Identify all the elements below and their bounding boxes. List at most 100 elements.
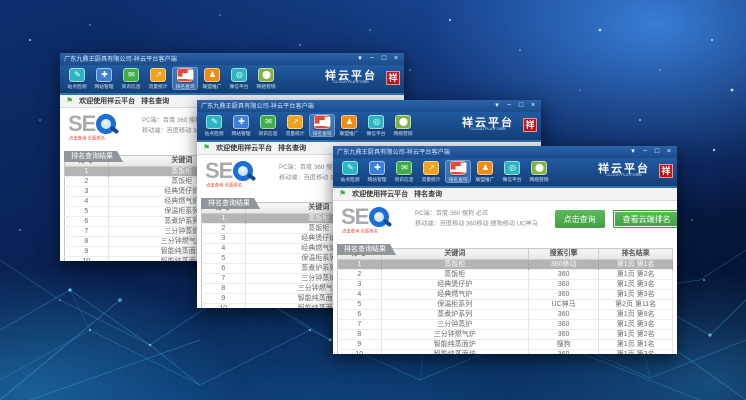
- toolbar-item-site-check[interactable]: ✎站点检测: [64, 67, 90, 90]
- cell-keyword: 蒸煮炉系列: [381, 310, 528, 320]
- column-header: 关键词: [381, 249, 528, 260]
- breadcrumb-page: 排名查询: [141, 96, 169, 106]
- minimize-icon[interactable]: −: [505, 101, 513, 111]
- breadcrumb: ⚑ 欢迎使用祥云平台 排名查询: [333, 188, 677, 201]
- toolbar-item-news-info[interactable]: ✉资讯信息: [255, 114, 281, 137]
- toolbar-item-news-info[interactable]: ✉资讯信息: [118, 67, 144, 90]
- skin-icon[interactable]: ▾: [629, 147, 637, 157]
- maximize-icon[interactable]: □: [653, 147, 661, 157]
- table-row[interactable]: 2蒸饭柜360第1页 第2名: [338, 270, 673, 280]
- cell-rank: 第1页 第3名: [599, 290, 673, 300]
- cell-no: 5: [338, 300, 382, 310]
- toolbar-item-label: 网站管理: [367, 176, 386, 180]
- toolbar-item-wechat-platform[interactable]: ◎微信平台: [499, 160, 525, 183]
- table-row[interactable]: 10智能纯蒸面炉360第1页 第3名: [338, 350, 673, 355]
- close-icon[interactable]: ×: [665, 147, 673, 157]
- toolbar-item-news-info[interactable]: ✉资讯信息: [391, 160, 417, 183]
- alliance-promo-icon: ♟: [204, 68, 220, 82]
- close-icon[interactable]: ×: [529, 101, 537, 111]
- toolbar-item-network-marketing[interactable]: ⬤网络营销: [526, 160, 552, 183]
- tab-rank-results[interactable]: 排名查询结果: [201, 198, 260, 209]
- cell-engine: 360: [528, 310, 598, 320]
- toolbar-item-traffic-stats[interactable]: ↗流量统计: [145, 67, 171, 90]
- table-row[interactable]: 9智能纯蒸面炉搜狗第1页 第1名: [338, 340, 673, 350]
- cell-no: 5: [202, 254, 246, 264]
- table-row[interactable]: 8三分钟燃气炉360第1页 第2名: [338, 330, 673, 340]
- alliance-promo-icon: ♟: [341, 115, 357, 129]
- toolbar-item-wechat-platform[interactable]: ◎微信平台: [226, 67, 252, 90]
- cell-no: 2: [65, 177, 109, 187]
- skin-icon[interactable]: ▾: [356, 54, 364, 64]
- toolbar-item-traffic-stats[interactable]: ↗流量统计: [418, 160, 444, 183]
- table-row[interactable]: 5保温柜系列UC神马第2页 第11名: [338, 300, 673, 310]
- toolbar: ✎站点检测✚网站管理✉资讯信息↗流量统计▂▅█排名查询♟联盟推广◎微信平台⬤网络…: [60, 65, 404, 95]
- seo-tagline: 点击查询 全面排名: [206, 182, 242, 188]
- toolbar-items: ✎站点检测✚网站管理✉资讯信息↗流量统计▂▅█排名查询♟联盟推广◎微信平台⬤网络…: [64, 67, 279, 90]
- minimize-icon[interactable]: −: [368, 54, 376, 64]
- skin-icon[interactable]: ▾: [493, 101, 501, 111]
- toolbar-item-traffic-stats[interactable]: ↗流量统计: [282, 114, 308, 137]
- title-bar[interactable]: 广东九鼎王厨具有限公司-祥云平台客户端 ▾ − □ ×: [60, 53, 404, 65]
- view-cloud-rank-button[interactable]: 查看云端排名: [613, 210, 677, 228]
- traffic-stats-icon: ↗: [150, 68, 166, 82]
- table-row[interactable]: 7三分钟蒸炉360第1页 第3名: [338, 320, 673, 330]
- cell-rank: 第1页 第2名: [599, 330, 673, 340]
- toolbar-item-site-manage[interactable]: ✚网站管理: [91, 67, 117, 90]
- toolbar-item-label: 排名查询: [175, 83, 194, 87]
- cell-engine: 360移动: [528, 260, 598, 270]
- toolbar-item-label: 网络营销: [256, 83, 275, 87]
- cell-engine: 360: [528, 290, 598, 300]
- site-check-icon: ✎: [342, 161, 358, 175]
- toolbar-item-alliance-promo[interactable]: ♟联盟推广: [472, 160, 498, 183]
- engine-list-mobile: 移动端：百度移动 360移动 搜狗移动 UC神马: [415, 219, 538, 229]
- window-controls: ▾ − □ ×: [356, 54, 400, 64]
- maximize-icon[interactable]: □: [380, 54, 388, 64]
- toolbar-item-label: 联盟推广: [202, 83, 221, 87]
- cell-keyword: 经典燃气炉: [381, 290, 528, 300]
- news-info-icon: ✉: [396, 161, 412, 175]
- cell-rank: 第1页 第1名: [599, 260, 673, 270]
- toolbar-item-alliance-promo[interactable]: ♟联盟推广: [199, 67, 225, 90]
- cell-no: 4: [202, 244, 246, 254]
- toolbar-item-label: 资讯信息: [121, 83, 140, 87]
- tab-rank-results[interactable]: 排名查询结果: [64, 151, 123, 162]
- toolbar-item-wechat-platform[interactable]: ◎微信平台: [363, 114, 389, 137]
- site-check-icon: ✎: [69, 68, 85, 82]
- cell-rank: 第1页 第9名: [599, 310, 673, 320]
- toolbar-item-rank-query[interactable]: ▂▅█排名查询: [445, 160, 471, 183]
- breadcrumb-welcome: 欢迎使用祥云平台: [79, 96, 135, 106]
- cell-engine: UC神马: [528, 300, 598, 310]
- table-row[interactable]: 6蒸煮炉系列360第1页 第9名: [338, 310, 673, 320]
- toolbar-item-network-marketing[interactable]: ⬤网络营销: [390, 114, 416, 137]
- tab-rank-results[interactable]: 排名查询结果: [337, 244, 396, 255]
- magnifier-icon: [369, 207, 389, 227]
- toolbar-item-site-check[interactable]: ✎站点检测: [201, 114, 227, 137]
- close-icon[interactable]: ×: [392, 54, 400, 64]
- toolbar-item-alliance-promo[interactable]: ♟联盟推广: [336, 114, 362, 137]
- toolbar-item-network-marketing[interactable]: ⬤网络营销: [253, 67, 279, 90]
- cell-no: 8: [65, 237, 109, 247]
- toolbar-item-rank-query[interactable]: ▂▅█排名查询: [172, 67, 198, 90]
- cell-keyword: 三分钟燃气炉: [381, 330, 528, 340]
- cell-no: 6: [338, 310, 382, 320]
- cell-no: 1: [202, 214, 246, 224]
- maximize-icon[interactable]: □: [517, 101, 525, 111]
- query-button[interactable]: 点击查询: [555, 210, 605, 228]
- toolbar-item-site-manage[interactable]: ✚网站管理: [364, 160, 390, 183]
- toolbar-item-rank-query[interactable]: ▂▅█排名查询: [309, 114, 335, 137]
- cell-no: 7: [202, 274, 246, 284]
- toolbar-item-label: 站点检测: [340, 176, 359, 180]
- table-row[interactable]: 1蒸饭柜360移动第1页 第1名: [338, 260, 673, 270]
- table-row[interactable]: 3经典煲仔炉360第1页 第3名: [338, 280, 673, 290]
- table-row[interactable]: 4经典燃气炉360第1页 第3名: [338, 290, 673, 300]
- magnifier-icon: [96, 114, 116, 134]
- window-title: 广东九鼎王厨具有限公司-祥云平台客户端: [201, 102, 314, 111]
- title-bar[interactable]: 广东九鼎王厨具有限公司-祥云平台客户端 ▾ − □ ×: [197, 100, 541, 112]
- action-buttons: 点击查询 查看云端排名: [555, 210, 677, 237]
- title-bar[interactable]: 广东九鼎王厨具有限公司-祥云平台客户端 ▾ − □ ×: [333, 146, 677, 158]
- toolbar-item-label: 微信平台: [366, 130, 385, 134]
- toolbar-item-site-check[interactable]: ✎站点检测: [337, 160, 363, 183]
- toolbar-item-site-manage[interactable]: ✚网站管理: [228, 114, 254, 137]
- cell-no: 1: [65, 167, 109, 177]
- minimize-icon[interactable]: −: [641, 147, 649, 157]
